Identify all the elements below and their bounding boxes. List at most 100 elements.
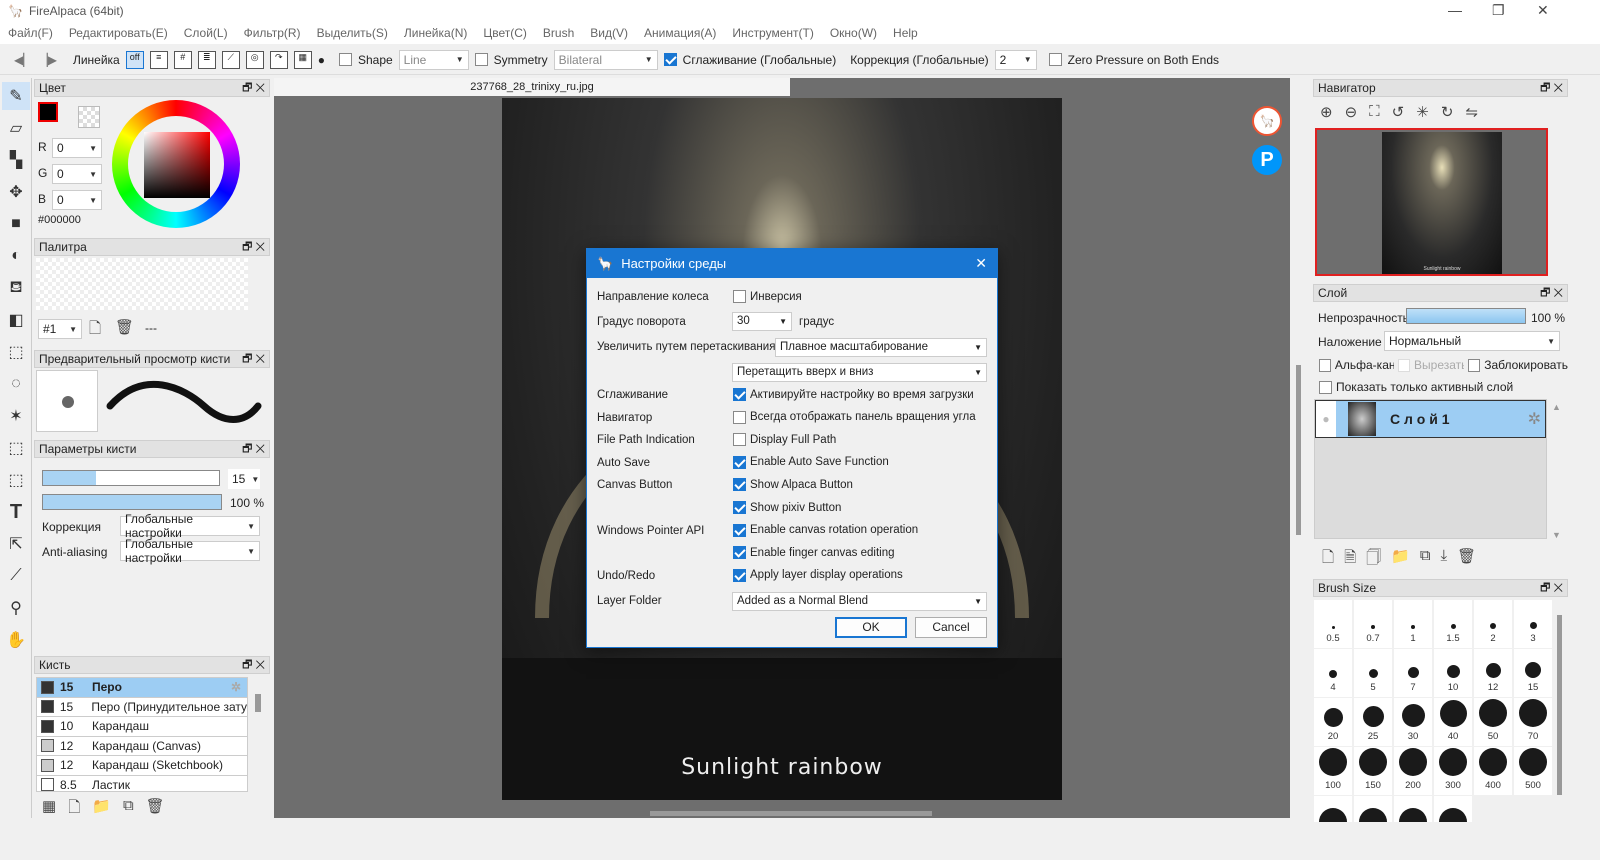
pixiv-button[interactable]: P	[1252, 145, 1282, 175]
shape-checkbox[interactable]	[338, 53, 352, 66]
operation-tool-icon[interactable]: ⇱	[2, 530, 30, 558]
radial-ruler-icon[interactable]: ⟋	[221, 50, 240, 69]
folder-icon[interactable]: 📁	[92, 797, 111, 822]
magic-wand-icon[interactable]: ✶	[2, 402, 30, 430]
layer-settings-icon[interactable]: ✲	[1528, 409, 1541, 429]
brush-size-value[interactable]: 15	[228, 469, 260, 489]
eyedropper-icon[interactable]: ⚲	[2, 594, 30, 622]
menu-item[interactable]: Файл(F)	[8, 26, 53, 40]
menu-item[interactable]: Выделить(S)	[317, 26, 388, 40]
menu-item[interactable]: Цвет(C)	[483, 26, 527, 40]
menu-item[interactable]: Фильтр(R)	[244, 26, 301, 40]
setting-option[interactable]: Show Alpaca Button	[733, 478, 853, 492]
new-folder-icon[interactable]: 📁	[1391, 547, 1410, 572]
navigator-preview[interactable]: Sunlight rainbow	[1315, 128, 1548, 276]
delete-layer-icon[interactable]: 🗑	[1457, 547, 1476, 572]
menu-item[interactable]: Окно(W)	[830, 26, 877, 40]
panel-controls[interactable]: 🗗 ✕	[242, 238, 265, 257]
brush-size-cell[interactable]: 1.5	[1434, 600, 1472, 648]
brush-size-cell[interactable]	[1314, 796, 1352, 822]
setting-checkbox[interactable]	[733, 410, 746, 424]
menu-item[interactable]: Линейка(N)	[404, 26, 467, 40]
select-pen-icon[interactable]: ⬚	[2, 434, 30, 462]
dialog-close-icon[interactable]: ✕	[975, 255, 987, 272]
menu-item[interactable]: Brush	[543, 26, 574, 40]
setting-checkbox[interactable]	[733, 455, 746, 469]
saturation-square[interactable]	[144, 132, 210, 198]
setting-option[interactable]: Display Full Path	[733, 433, 836, 447]
setting-checkbox[interactable]	[733, 478, 746, 492]
grid-ruler-icon[interactable]: #	[173, 50, 192, 69]
panel-controls[interactable]: 🗗 ✕	[242, 440, 265, 459]
brush-list-item[interactable]: 8.5 Ластик	[37, 775, 247, 791]
zoom-drag-select[interactable]: Перетащить вверх и вниз	[732, 363, 987, 382]
brush-size-cell[interactable]: 25	[1354, 698, 1392, 746]
minimize-button[interactable]: —	[1448, 2, 1462, 18]
zoom-out-icon[interactable]: ⊖	[1345, 103, 1358, 121]
panel-controls[interactable]: 🗗 ✕	[1540, 79, 1563, 98]
new-1bit-layer-icon[interactable]: 🗍	[1366, 547, 1381, 572]
brush-size-cell[interactable]: 300	[1434, 747, 1472, 795]
layer-opacity-slider[interactable]	[1406, 308, 1526, 324]
brush-size-cell[interactable]: 400	[1474, 747, 1512, 795]
prev-icon[interactable]: ◀▏	[14, 53, 32, 67]
blend-select[interactable]: Нормальный	[1384, 331, 1560, 351]
setting-checkbox[interactable]	[733, 388, 746, 401]
palette-select[interactable]: #1	[38, 319, 82, 339]
setting-option[interactable]: Enable finger canvas editing	[733, 546, 895, 560]
setting-option[interactable]: Enable canvas rotation operation	[733, 523, 918, 537]
setting-option[interactable]: Enable Auto Save Function	[733, 455, 889, 469]
brush-size-cell[interactable]: 12	[1474, 649, 1512, 697]
close-button[interactable]: ✕	[1537, 2, 1549, 19]
ok-button[interactable]: OK	[835, 617, 907, 638]
brush-size-cell[interactable]: 1	[1394, 600, 1432, 648]
rect-select-icon[interactable]: ⬚	[2, 338, 30, 366]
smoothing-checkbox[interactable]	[663, 53, 677, 66]
new-8bit-layer-icon[interactable]: 🗎	[1344, 547, 1356, 572]
setting-checkbox[interactable]	[733, 546, 746, 560]
layer-row[interactable]: ● С л о й 1 ✲	[1315, 400, 1546, 438]
brush-size-cell[interactable]: 150	[1354, 747, 1392, 795]
cancel-button[interactable]: Cancel	[915, 617, 987, 638]
brush-size-scrollbar[interactable]	[1557, 615, 1562, 795]
setting-option[interactable]: Активируйте настройку во время загрузки	[733, 388, 974, 401]
move-tool-icon[interactable]: ✥	[2, 178, 30, 206]
brush-size-cell[interactable]: 7	[1394, 649, 1432, 697]
wheel-checkbox[interactable]	[733, 290, 746, 303]
next-icon[interactable]: ▕▶	[38, 53, 56, 67]
duplicate-brush-icon[interactable]: ⧉	[123, 797, 134, 822]
setting-checkbox[interactable]	[733, 568, 746, 582]
menu-item[interactable]: Слой(L)	[184, 26, 228, 40]
brush-list-item[interactable]: 15 Перо (Принудительное зату	[37, 697, 247, 717]
brush-size-cell[interactable]: 3	[1514, 600, 1552, 648]
panel-controls[interactable]: 🗗 ✕	[242, 350, 265, 369]
r-input[interactable]: 0	[52, 138, 102, 158]
delete-palette-icon[interactable]: 🗑	[115, 318, 134, 336]
g-input[interactable]: 0	[52, 164, 102, 184]
only-active-option[interactable]: Показать только активный слой	[1319, 380, 1513, 394]
visibility-icon[interactable]: ●	[1316, 401, 1336, 437]
brush-size-cell[interactable]	[1394, 796, 1432, 822]
hand-tool-icon[interactable]: ✋	[2, 626, 30, 654]
brush-opacity-slider[interactable]	[42, 494, 222, 510]
delete-brush-icon[interactable]: 🗑	[146, 797, 165, 822]
gradient-tool-icon[interactable]: ◐	[2, 242, 30, 270]
brush-list-item[interactable]: 12 Карандаш (Sketchbook)	[37, 756, 247, 776]
correction-select[interactable]: 2	[994, 49, 1037, 70]
shape-select[interactable]: Line	[398, 49, 469, 70]
rotate-left-icon[interactable]: ↺	[1392, 103, 1405, 121]
brush-size-cell[interactable]	[1434, 796, 1472, 822]
brush-size-cell[interactable]: 4	[1314, 649, 1352, 697]
new-layer-icon[interactable]: 🗋	[1322, 547, 1334, 572]
reset-rotation-icon[interactable]: ✳	[1416, 103, 1429, 121]
brush-size-cell[interactable]: 20	[1314, 698, 1352, 746]
document-tab[interactable]: 237768_28_trinixy_ru.jpg	[274, 78, 790, 96]
lasso-icon[interactable]: ◌	[2, 370, 30, 398]
fill-rect-tool-icon[interactable]: ■	[2, 210, 30, 238]
brush-list-item[interactable]: 10 Карандаш	[37, 717, 247, 737]
alpha-lock-checkbox[interactable]	[1319, 358, 1331, 372]
brush-size-cell[interactable]: 2	[1474, 600, 1512, 648]
panel-controls[interactable]: 🗗 ✕	[242, 656, 265, 675]
gradient-fill-icon[interactable]: ◧	[2, 306, 30, 334]
clip-checkbox[interactable]	[1398, 358, 1411, 372]
